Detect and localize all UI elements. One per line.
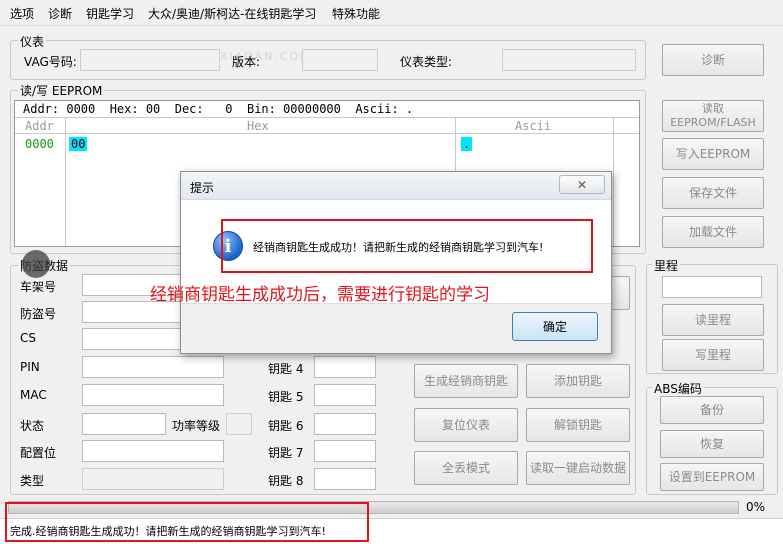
unlock-key-button[interactable]: 解锁钥匙	[526, 408, 630, 442]
menu-bar: 选项 诊断 钥匙学习 大众/奥迪/斯柯达-在线钥匙学习 特殊功能	[0, 0, 783, 26]
mac-field[interactable]	[82, 384, 224, 406]
key7-label: 钥匙 7	[268, 446, 304, 460]
menu-special-functions[interactable]: 特殊功能	[332, 5, 380, 22]
grid-status-line: Addr: 0000 Hex: 00 Dec: 0 Bin: 00000000 …	[15, 101, 639, 118]
key4-label: 钥匙 4	[268, 362, 304, 376]
all-keys-lost-button[interactable]: 全丢模式	[414, 451, 518, 485]
mileage-title: 里程	[652, 257, 681, 274]
dialog-title: 提示	[190, 181, 215, 195]
cs-label: CS	[20, 331, 36, 345]
instrument-type-field[interactable]	[502, 49, 636, 71]
pin-field[interactable]	[82, 356, 224, 378]
row-addr: 0000	[25, 137, 54, 151]
menu-online-key-learning[interactable]: 大众/奥迪/斯柯达-在线钥匙学习	[148, 5, 316, 22]
progress-label: 0%	[746, 500, 766, 514]
config-label: 配置位	[20, 446, 57, 460]
mileage-field[interactable]	[662, 276, 762, 298]
mac-label: MAC	[20, 388, 47, 402]
pin-label: PIN	[20, 360, 40, 374]
abs-title: ABS编码	[652, 380, 704, 397]
dialog-button-area: 确定	[181, 303, 611, 353]
status-field[interactable]	[82, 413, 166, 435]
key5-field[interactable]	[314, 384, 376, 406]
grid-divider	[613, 118, 614, 246]
dialog-ok-button[interactable]: 确定	[512, 312, 598, 341]
eeprom-title: 读/写 EEPROM	[18, 82, 105, 99]
menu-options[interactable]: 选项	[10, 5, 34, 22]
menu-diagnose[interactable]: 诊断	[48, 5, 72, 22]
status-label: 状态	[20, 419, 45, 433]
key8-field[interactable]	[314, 468, 376, 490]
dialog-titlebar: 提示 ✕	[181, 172, 611, 200]
cursor-indicator	[22, 250, 50, 278]
read-eeprom-button[interactable]: 读取 EEPROM/FLASH	[662, 100, 764, 132]
key7-field[interactable]	[314, 440, 376, 462]
config-field[interactable]	[82, 440, 224, 462]
write-mileage-button[interactable]: 写里程	[662, 339, 764, 371]
vag-label: VAG号码:	[24, 55, 77, 69]
power-level-field[interactable]	[226, 413, 252, 435]
key4-field[interactable]	[314, 356, 376, 378]
diagnose-button[interactable]: 诊断	[662, 44, 764, 76]
read-mileage-button[interactable]: 读里程	[662, 304, 764, 336]
close-icon: ✕	[576, 177, 588, 192]
add-key-button[interactable]: 添加钥匙	[526, 364, 630, 398]
status-highlight-box	[5, 502, 369, 542]
save-file-button[interactable]: 保存文件	[662, 177, 764, 209]
message-highlight-box	[221, 219, 593, 273]
write-eeprom-button[interactable]: 写入EEPROM	[662, 138, 764, 170]
type-field[interactable]	[82, 468, 224, 490]
abs-restore-button[interactable]: 恢复	[660, 430, 764, 458]
load-file-button[interactable]: 加载文件	[662, 216, 764, 248]
type-label: 类型	[20, 474, 45, 488]
key5-label: 钥匙 5	[268, 390, 304, 404]
abs-set-eeprom-button[interactable]: 设置到EEPROM	[660, 463, 764, 491]
key8-label: 钥匙 8	[268, 474, 304, 488]
reset-cluster-button[interactable]: 复位仪表	[414, 408, 518, 442]
key6-field[interactable]	[314, 413, 376, 435]
grid-header: Addr Hex Ascii	[15, 118, 639, 134]
col-hex-header: Hex	[247, 119, 269, 133]
menu-key-learning[interactable]: 钥匙学习	[86, 5, 134, 22]
key6-label: 钥匙 6	[268, 419, 304, 433]
row-hex-cell[interactable]: 00	[69, 137, 88, 151]
version-field[interactable]	[302, 49, 378, 71]
generate-dealer-key-button[interactable]: 生成经销商钥匙	[414, 364, 518, 398]
col-addr-header: Addr	[25, 119, 54, 133]
read-keyless-data-button[interactable]: 读取一键启动数据	[526, 451, 630, 485]
instrument-type-label: 仪表类型:	[400, 55, 453, 69]
version-label: 版本:	[232, 55, 261, 69]
immo-number-label: 防盗号	[20, 307, 57, 321]
abs-backup-button[interactable]: 备份	[660, 396, 764, 424]
row-ascii-cell[interactable]: .	[461, 137, 473, 151]
vag-number-field[interactable]	[80, 49, 220, 71]
col-ascii-header: Ascii	[515, 119, 552, 133]
power-level-label: 功率等级	[172, 419, 221, 433]
annotation-text: 经销商钥匙生成成功后，需要进行钥匙的学习	[150, 285, 490, 305]
vin-label: 车架号	[20, 280, 57, 294]
grid-divider	[65, 118, 66, 246]
dialog-close-button[interactable]: ✕	[559, 175, 605, 194]
instrument-title: 仪表	[18, 33, 47, 50]
